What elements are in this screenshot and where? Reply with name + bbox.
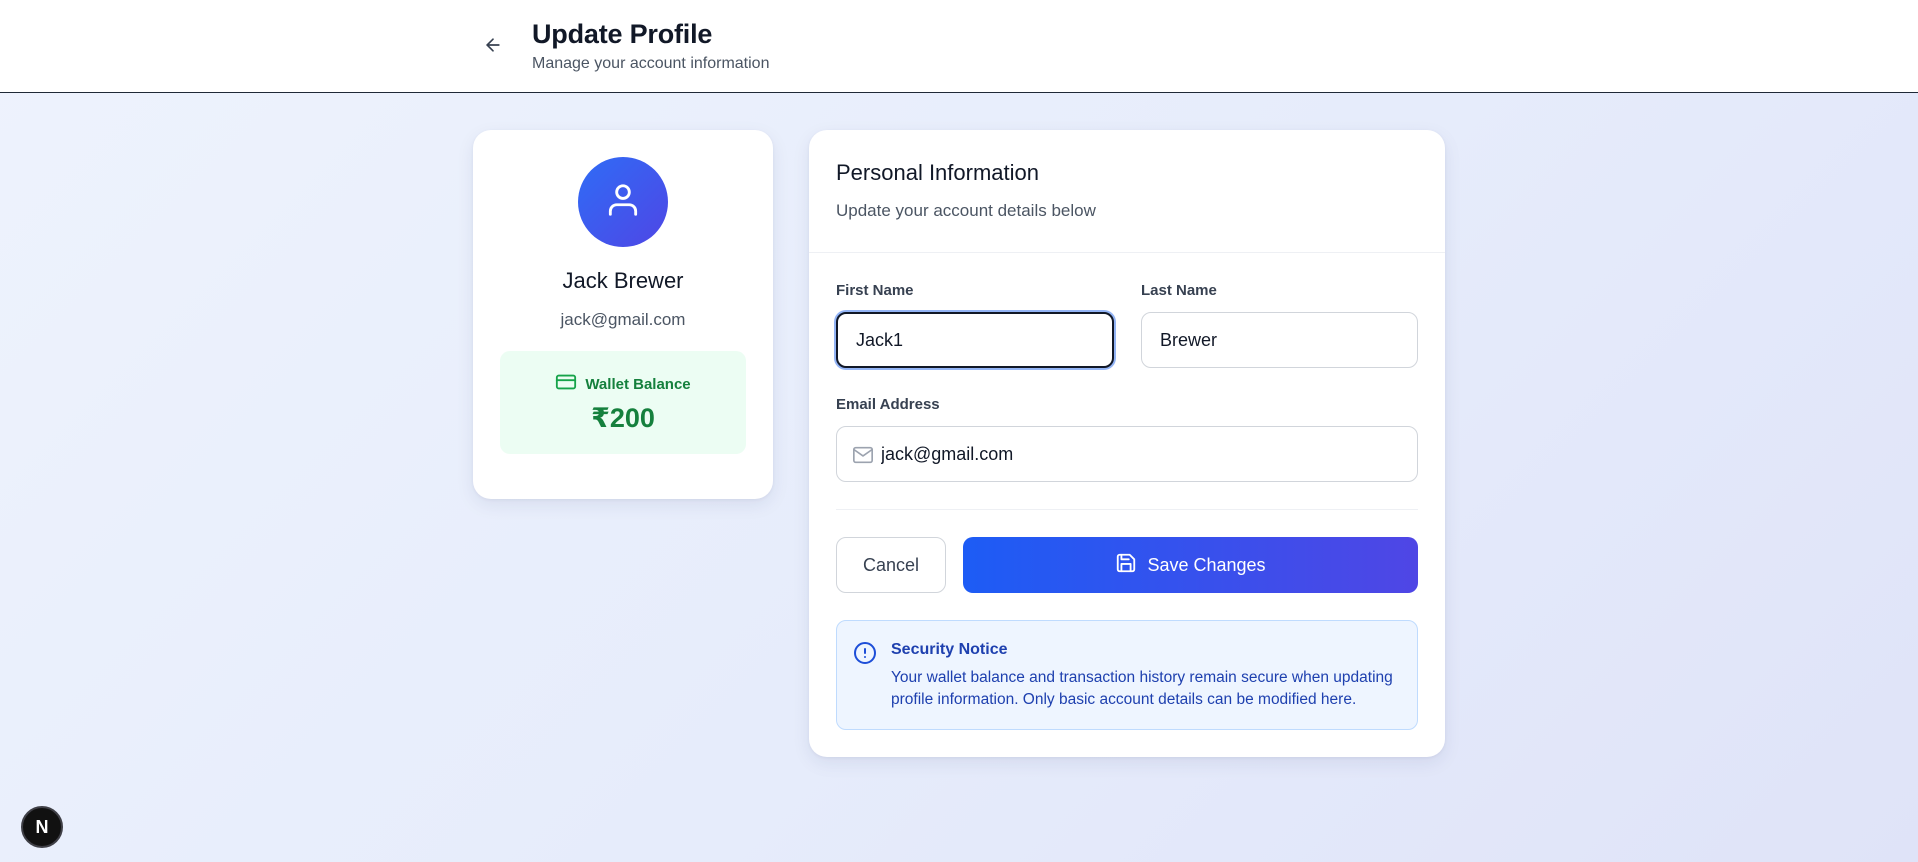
first-name-input[interactable]: [836, 312, 1114, 368]
notice-text: Your wallet balance and transaction hist…: [891, 669, 1393, 708]
section-subtitle: Update your account details below: [836, 201, 1096, 220]
wallet-label-row: Wallet Balance: [500, 371, 746, 398]
page-header: Update Profile Manage your account infor…: [0, 0, 1918, 93]
divider: [836, 509, 1418, 510]
user-icon: [604, 181, 642, 224]
email-input[interactable]: [881, 427, 1411, 481]
wallet-balance-box: Wallet Balance ₹200: [500, 351, 746, 454]
page-title: Update Profile: [532, 19, 713, 49]
last-name-label: Last Name: [1141, 282, 1217, 299]
badge-label: N: [35, 816, 49, 837]
profile-name: Jack Brewer: [562, 268, 684, 293]
email-label: Email Address: [836, 396, 940, 413]
profile-email: jack@gmail.com: [560, 310, 686, 329]
mail-icon: [851, 443, 875, 467]
first-name-label: First Name: [836, 282, 914, 299]
credit-card-icon: [555, 371, 577, 398]
save-changes-button[interactable]: Save Changes: [963, 537, 1418, 593]
wallet-amount: ₹200: [591, 403, 655, 433]
profile-card: Jack Brewer jack@gmail.com Wallet Balanc…: [473, 130, 773, 499]
save-button-label: Save Changes: [1147, 554, 1266, 575]
back-button[interactable]: [478, 32, 508, 62]
email-field[interactable]: [836, 426, 1418, 482]
arrow-left-icon: [483, 35, 503, 60]
section-title: Personal Information: [836, 160, 1039, 185]
dev-tools-badge[interactable]: N: [21, 806, 63, 848]
last-name-input[interactable]: [1141, 312, 1418, 368]
wallet-label: Wallet Balance: [585, 376, 691, 393]
save-icon: [1115, 552, 1137, 579]
cancel-button[interactable]: Cancel: [836, 537, 946, 593]
info-icon: [853, 641, 877, 665]
security-notice: Security Notice Your wallet balance and …: [836, 620, 1418, 730]
page-subtitle: Manage your account information: [532, 55, 770, 72]
divider: [809, 252, 1445, 253]
avatar: [578, 157, 668, 247]
personal-info-card: Personal Information Update your account…: [809, 130, 1445, 757]
notice-title: Security Notice: [891, 641, 1008, 658]
